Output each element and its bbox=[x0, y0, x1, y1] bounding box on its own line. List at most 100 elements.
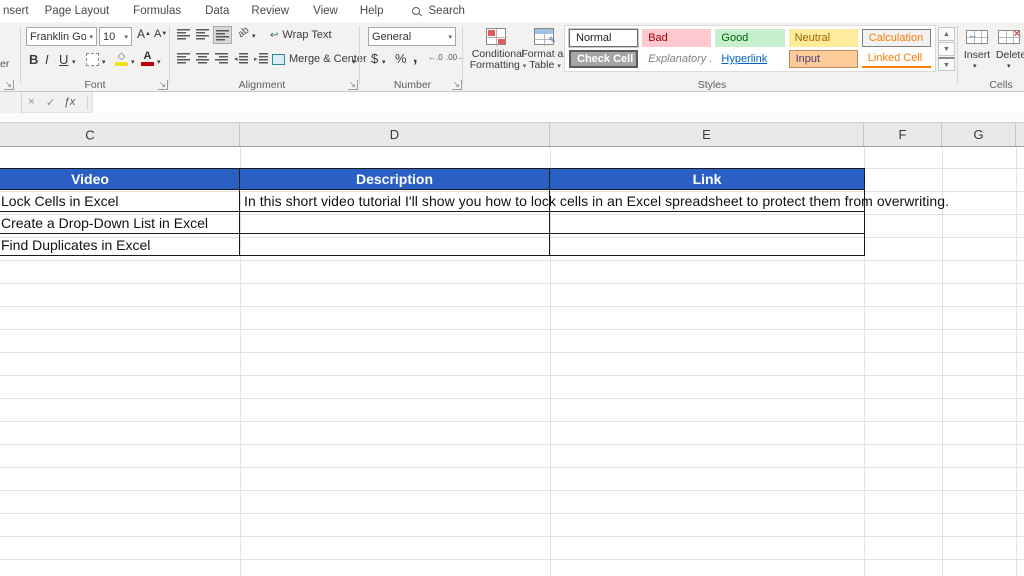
italic-button[interactable]: I bbox=[45, 52, 49, 67]
number-dialog-launcher[interactable]: ↘ bbox=[452, 80, 462, 90]
decrease-indent-button[interactable]: ◂ bbox=[234, 53, 248, 64]
alignment-dialog-launcher[interactable]: ↘ bbox=[348, 80, 358, 90]
wrap-text-button[interactable]: ↩ Wrap Text bbox=[270, 29, 332, 41]
style-chip-check-cell[interactable]: Check Cell bbox=[569, 50, 638, 68]
delete-cells-icon: × bbox=[998, 30, 1020, 44]
table-header-row: Video Description Link bbox=[0, 169, 865, 190]
column-header-e[interactable]: E bbox=[550, 123, 864, 146]
tab-formulas[interactable]: Formulas bbox=[129, 5, 185, 17]
align-left-button[interactable] bbox=[177, 53, 190, 64]
cell-link-3[interactable] bbox=[550, 234, 865, 255]
cell-video-2[interactable]: Create a Drop-Down List in Excel bbox=[0, 212, 240, 233]
increase-font-button[interactable]: A▲ bbox=[137, 27, 151, 41]
clipboard-dialog-launcher[interactable]: ↘ bbox=[4, 80, 14, 90]
insert-options-arrow[interactable]: ▾ bbox=[973, 62, 977, 70]
increase-indent-button[interactable]: ▸ bbox=[254, 53, 268, 64]
search-icon bbox=[412, 7, 420, 15]
number-format-select[interactable]: General ▾ bbox=[368, 27, 456, 46]
style-chip-hyperlink[interactable]: Hyperlink bbox=[715, 50, 784, 68]
styles-scroll-up-button[interactable]: ▲ bbox=[938, 27, 955, 41]
tab-review[interactable]: Review bbox=[247, 5, 293, 17]
orientation-options-arrow[interactable]: ▾ bbox=[252, 32, 256, 40]
table-header-link[interactable]: Link bbox=[550, 169, 865, 189]
cell-description-3[interactable] bbox=[240, 234, 550, 255]
borders-options-arrow[interactable]: ▾ bbox=[102, 58, 106, 66]
style-chip-bad[interactable]: Bad bbox=[642, 29, 711, 47]
merge-center-options-arrow[interactable]: ▾ bbox=[352, 58, 356, 66]
align-top-button[interactable] bbox=[177, 29, 190, 40]
tab-insert[interactable]: nsert bbox=[0, 5, 33, 17]
delete-cells-label[interactable]: Delete bbox=[993, 49, 1024, 61]
fill-color-options-arrow[interactable]: ▾ bbox=[131, 58, 135, 66]
table-header-video[interactable]: Video bbox=[0, 169, 240, 189]
cell-link-2[interactable] bbox=[550, 212, 865, 233]
bold-button[interactable]: B bbox=[29, 52, 38, 67]
enter-icon[interactable]: ✓ bbox=[41, 96, 60, 109]
percent-style-button[interactable]: % bbox=[395, 51, 407, 66]
cell-description-1[interactable]: In this short video tutorial I'll show y… bbox=[240, 190, 550, 211]
font-color-button[interactable]: A bbox=[141, 50, 154, 66]
delete-cells-button[interactable]: × bbox=[998, 30, 1020, 44]
description-overflow-text: In this short video tutorial I'll show y… bbox=[244, 193, 949, 209]
column-header-d[interactable]: D bbox=[240, 123, 550, 146]
font-name-select[interactable]: Franklin Gothic E ▾ bbox=[26, 27, 97, 46]
orientation-button[interactable]: ab bbox=[236, 25, 252, 41]
align-middle-button[interactable] bbox=[196, 29, 209, 40]
style-chip-linked-cell[interactable]: Linked Cell bbox=[862, 50, 931, 68]
indent-left-arrow-icon: ◂ bbox=[234, 55, 238, 63]
paint-bucket-icon: ◇ bbox=[118, 51, 126, 62]
style-chip-normal[interactable]: Normal bbox=[569, 29, 638, 47]
styles-gallery-scrollbar: ▲ ▼ ▼ bbox=[938, 27, 955, 72]
indent-lines-icon bbox=[259, 53, 268, 64]
column-header-f[interactable]: F bbox=[864, 123, 942, 146]
name-box[interactable] bbox=[0, 92, 22, 113]
conditional-formatting-button[interactable] bbox=[486, 28, 506, 45]
insert-function-icon[interactable]: ƒx bbox=[60, 96, 79, 108]
column-header-c[interactable]: C bbox=[0, 123, 240, 146]
styles-scroll-down-button[interactable]: ▼ bbox=[938, 42, 955, 56]
cell-video-1[interactable]: Lock Cells in Excel bbox=[0, 190, 240, 211]
table-header-description[interactable]: Description bbox=[240, 169, 550, 189]
formula-input[interactable] bbox=[92, 92, 1024, 113]
align-center-button[interactable] bbox=[196, 53, 209, 64]
borders-button[interactable] bbox=[86, 53, 99, 66]
tab-help[interactable]: Help bbox=[356, 5, 388, 17]
format-as-table-button[interactable]: ✎ bbox=[534, 28, 554, 45]
align-right-button[interactable] bbox=[215, 53, 228, 64]
merge-center-icon bbox=[272, 54, 285, 65]
cell-video-3[interactable]: Find Duplicates in Excel bbox=[0, 234, 240, 255]
underline-button[interactable]: U bbox=[59, 52, 68, 67]
font-color-options-arrow[interactable]: ▾ bbox=[157, 58, 161, 66]
cell-description-2[interactable] bbox=[240, 212, 550, 233]
worksheet-grid[interactable]: Video Description Link Lock Cells in Exc… bbox=[0, 147, 1024, 576]
borders-icon bbox=[86, 53, 99, 66]
accounting-format-button[interactable]: $ bbox=[371, 51, 378, 66]
accounting-options-arrow[interactable]: ▾ bbox=[382, 58, 386, 66]
style-chip-input[interactable]: Input bbox=[789, 50, 858, 68]
insert-cells-label[interactable]: Insert bbox=[960, 49, 994, 61]
cancel-icon[interactable]: × bbox=[22, 96, 41, 108]
styles-more-button[interactable]: ▼ bbox=[938, 57, 955, 71]
tab-page-layout[interactable]: Page Layout bbox=[41, 5, 114, 17]
insert-cells-button[interactable]: ← bbox=[966, 30, 988, 44]
style-chip-neutral[interactable]: Neutral bbox=[789, 29, 858, 47]
underline-options-arrow[interactable]: ▾ bbox=[72, 58, 76, 66]
decrease-font-button[interactable]: A▼ bbox=[154, 28, 167, 40]
style-chip-good[interactable]: Good bbox=[715, 29, 784, 47]
increase-decimal-button[interactable]: ←.0 bbox=[428, 53, 443, 62]
styles-group-label: Styles bbox=[672, 79, 752, 91]
align-bottom-button[interactable] bbox=[214, 27, 231, 43]
delete-options-arrow[interactable]: ▾ bbox=[1007, 62, 1011, 70]
tab-data[interactable]: Data bbox=[201, 5, 233, 17]
tab-view[interactable]: View bbox=[309, 5, 342, 17]
align-middle-icon bbox=[196, 29, 209, 40]
comma-style-button[interactable]: , bbox=[413, 49, 417, 67]
fill-color-button[interactable]: ◇ bbox=[115, 51, 128, 66]
column-header-g[interactable]: G bbox=[942, 123, 1016, 146]
style-chip-calculation[interactable]: Calculation bbox=[862, 29, 931, 47]
search-box[interactable]: Search bbox=[412, 5, 465, 17]
style-chip-explanatory[interactable]: Explanatory ... bbox=[642, 50, 711, 68]
font-size-select[interactable]: 10 ▾ bbox=[99, 27, 132, 46]
table-row: Lock Cells in Excel In this short video … bbox=[0, 190, 865, 212]
font-dialog-launcher[interactable]: ↘ bbox=[158, 80, 168, 90]
